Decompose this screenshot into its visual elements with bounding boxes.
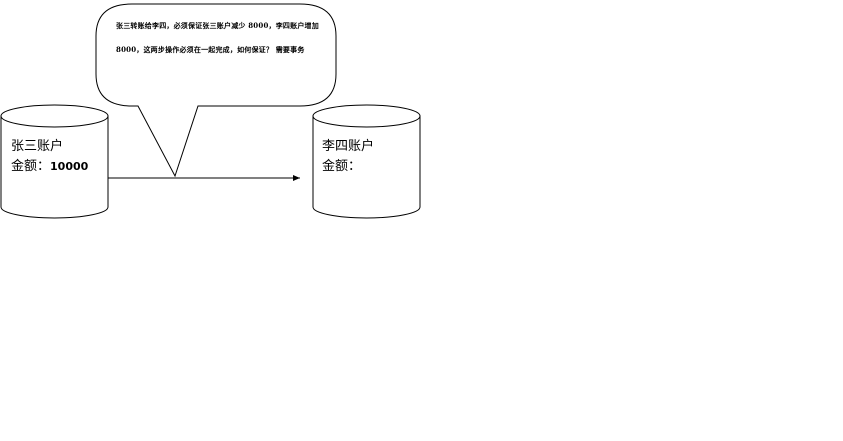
account-b-amount-label: 金额：: [322, 159, 362, 174]
account-a-cylinder-top: [0, 104, 109, 128]
account-a-amount-row: 金额：10000: [11, 157, 88, 177]
account-b-cylinder-top: [312, 104, 421, 128]
account-a-label: 张三账户 金额：10000: [11, 137, 88, 177]
account-b-name: 李四账户: [322, 139, 375, 154]
account-a-name: 张三账户: [11, 139, 64, 154]
account-a-amount-label: 金额：: [11, 159, 51, 174]
account-b-amount-row: 金额：: [322, 157, 374, 177]
transfer-diagram: [0, 3, 421, 219]
account-a-amount-value: 10000: [50, 160, 89, 173]
account-b-label: 李四账户 金额：: [322, 137, 374, 177]
callout-text: 张三转账给李四，必须保证张三账户减少 8000，李四账户增加 8000，这两步操…: [116, 21, 319, 54]
